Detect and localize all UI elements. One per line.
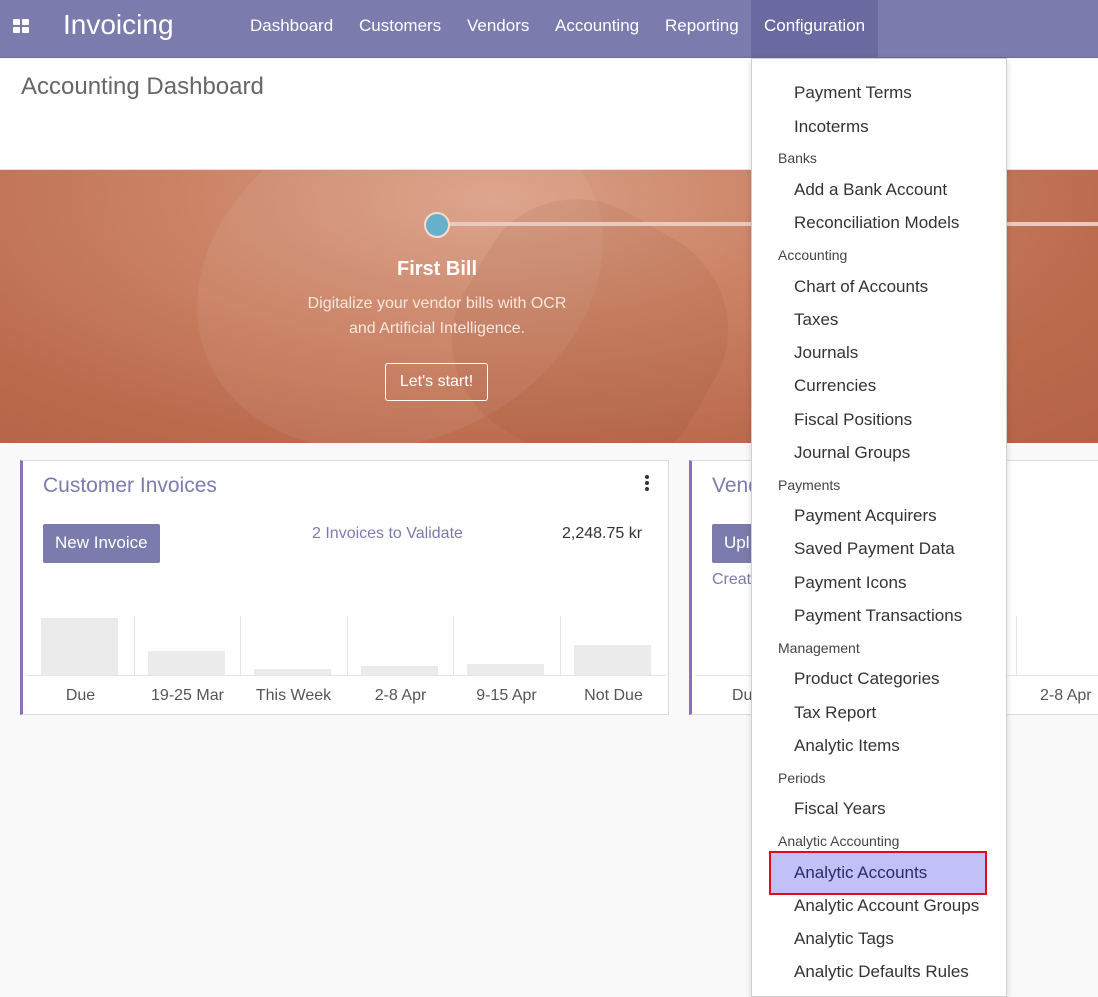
invoices-to-validate-link[interactable]: 2 Invoices to Validate: [312, 525, 463, 543]
onboarding-step-description: Digitalize your vendor bills with OCR an…: [287, 291, 587, 341]
nav-dashboard[interactable]: Dashboard: [237, 0, 346, 57]
menu-section-accounting: Accounting: [778, 247, 848, 263]
menu-section-banks: Banks: [778, 150, 817, 166]
menu-item-payment-icons[interactable]: Payment Icons: [794, 573, 906, 593]
kebab-menu-icon[interactable]: [645, 475, 649, 493]
menu-item-saved-payment-data[interactable]: Saved Payment Data: [794, 539, 955, 559]
graph-bar[interactable]: [41, 618, 118, 675]
graph-divider: [134, 616, 135, 676]
apps-grid-icon[interactable]: [13, 19, 29, 33]
graph-x-label: This Week: [255, 687, 332, 704]
new-invoice-button[interactable]: New Invoice: [43, 524, 160, 563]
graph-divider: [347, 616, 348, 676]
graph-x-label: Du: [732, 687, 753, 704]
graph-x-label: 19-25 Mar: [151, 687, 224, 704]
menu-item-analytic-accounts[interactable]: Analytic Accounts: [794, 863, 927, 883]
step-desc-line: and Artificial Intelligence.: [348, 320, 526, 337]
create-link[interactable]: Creat: [712, 571, 751, 589]
menu-item-reconciliation-models[interactable]: Reconciliation Models: [794, 213, 959, 233]
graph-x-label: Due: [65, 687, 96, 704]
onboarding-step-dot[interactable]: [424, 212, 450, 238]
nav-vendors[interactable]: Vendors: [454, 0, 542, 57]
customer-invoices-card: Customer Invoices New Invoice 2 Invoices…: [20, 460, 669, 715]
menu-item-fiscal-positions[interactable]: Fiscal Positions: [794, 410, 912, 430]
graph-divider: [560, 616, 561, 676]
menu-item-payment-terms[interactable]: Payment Terms: [794, 83, 912, 103]
top-navbar: Invoicing Dashboard Customers Vendors Ac…: [0, 0, 1098, 58]
menu-item-incoterms[interactable]: Incoterms: [794, 117, 869, 137]
step-desc-line: Digitalize your vendor bills with OCR: [307, 295, 567, 312]
graph-bar[interactable]: [467, 664, 544, 675]
menu-section-analytic-accounting: Analytic Accounting: [778, 833, 900, 849]
app-brand[interactable]: Invoicing: [63, 9, 174, 41]
menu-item-journals[interactable]: Journals: [794, 343, 858, 363]
graph-baseline: [26, 675, 666, 676]
graph-x-label: 9-15 Apr: [476, 687, 537, 704]
graph-bar[interactable]: [574, 645, 651, 675]
nav-accounting[interactable]: Accounting: [542, 0, 652, 57]
menu-item-chart-of-accounts[interactable]: Chart of Accounts: [794, 277, 928, 297]
menu-item-payment-transactions[interactable]: Payment Transactions: [794, 606, 962, 626]
menu-item-journal-groups[interactable]: Journal Groups: [794, 443, 910, 463]
menu-item-fiscal-years[interactable]: Fiscal Years: [794, 799, 886, 819]
menu-item-tax-report[interactable]: Tax Report: [794, 703, 876, 723]
menu-item-payment-acquirers[interactable]: Payment Acquirers: [794, 506, 937, 526]
nav-configuration[interactable]: Configuration: [751, 0, 878, 57]
graph-x-label: Not Due: [584, 687, 643, 704]
graph-x-label: 2-8 Apr: [374, 687, 427, 704]
menu-item-taxes[interactable]: Taxes: [794, 310, 838, 330]
menu-item-currencies[interactable]: Currencies: [794, 376, 876, 396]
graph-divider: [453, 616, 454, 676]
menu-item-product-categories[interactable]: Product Categories: [794, 669, 940, 689]
nav-customers[interactable]: Customers: [346, 0, 454, 57]
menu-item-analytic-items[interactable]: Analytic Items: [794, 736, 900, 756]
nav-reporting[interactable]: Reporting: [652, 0, 752, 57]
menu-item-analytic-account-groups[interactable]: Analytic Account Groups: [794, 896, 979, 916]
menu-item-analytic-defaults-rules[interactable]: Analytic Defaults Rules: [794, 962, 969, 982]
invoices-amount: 2,248.75 kr: [562, 525, 643, 542]
menu-item-analytic-tags[interactable]: Analytic Tags: [794, 929, 894, 949]
onboarding-step-title: First Bill: [396, 258, 477, 280]
menu-section-payments: Payments: [778, 477, 841, 493]
lets-start-button[interactable]: Let's start!: [385, 363, 488, 401]
menu-section-management: Management: [778, 640, 860, 656]
page-title: Accounting Dashboard: [21, 73, 264, 100]
configuration-dropdown-menu: Payment Terms Incoterms Banks Add a Bank Ac…: [751, 58, 1007, 997]
menu-item-add-a-bank-account[interactable]: Add a Bank Account: [794, 180, 947, 200]
graph-x-label: 2-8 Apr: [1040, 687, 1092, 704]
menu-section-periods: Periods: [778, 770, 826, 786]
graph-divider: [1016, 616, 1017, 676]
graph-bar[interactable]: [361, 666, 438, 675]
graph-divider: [240, 616, 241, 676]
graph-bar[interactable]: [148, 651, 225, 675]
card-title[interactable]: Customer Invoices: [43, 474, 217, 498]
